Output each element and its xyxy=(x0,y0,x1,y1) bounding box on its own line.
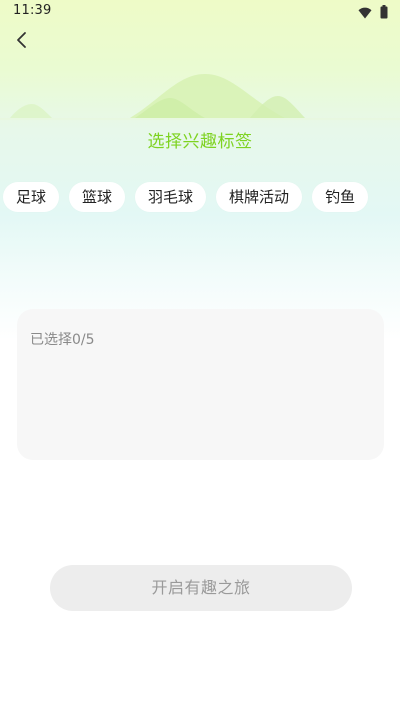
status-icons xyxy=(358,4,388,23)
status-bar: 11:39 xyxy=(0,0,400,24)
hills-illustration xyxy=(0,60,400,120)
tag-fishing[interactable]: 钓鱼 xyxy=(312,182,369,212)
battery-icon xyxy=(380,4,388,23)
chevron-left-icon xyxy=(15,31,29,53)
selected-count: 已选择0/5 xyxy=(30,332,95,348)
interest-tags: 足球 篮球 羽毛球 棋牌活动 钓鱼 xyxy=(3,182,369,212)
status-time: 11:39 xyxy=(13,3,52,18)
back-button[interactable] xyxy=(8,28,36,56)
tag-football[interactable]: 足球 xyxy=(3,182,60,212)
tag-badminton[interactable]: 羽毛球 xyxy=(135,182,207,212)
start-journey-button[interactable]: 开启有趣之旅 xyxy=(50,565,352,611)
page-title: 选择兴趣标签 xyxy=(147,132,253,152)
tag-board-games[interactable]: 棋牌活动 xyxy=(216,182,303,212)
wifi-icon xyxy=(358,4,372,23)
tag-basketball[interactable]: 篮球 xyxy=(69,182,126,212)
selected-tags-panel: 已选择0/5 xyxy=(17,309,384,460)
